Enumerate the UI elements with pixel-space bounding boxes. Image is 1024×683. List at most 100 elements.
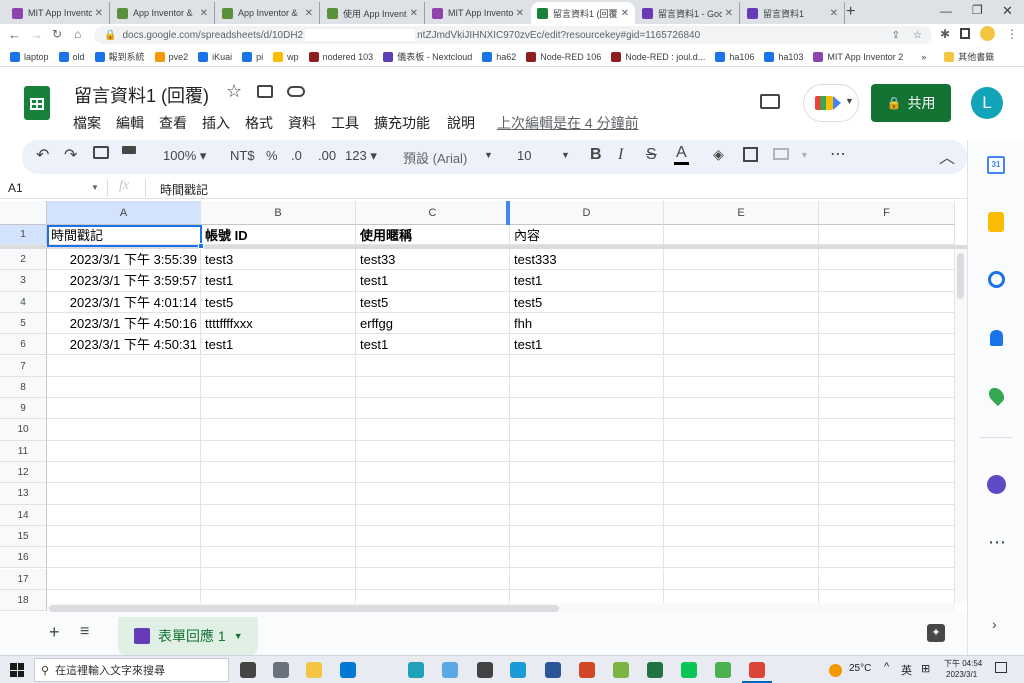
- undo-icon[interactable]: ↶: [36, 145, 49, 165]
- table-cell[interactable]: [819, 440, 955, 462]
- close-tab-icon[interactable]: ✕: [621, 8, 629, 19]
- app-icon[interactable]: [613, 662, 629, 678]
- table-cell[interactable]: [510, 355, 664, 377]
- bookmark-star-icon[interactable]: ☆: [913, 30, 922, 41]
- table-cell[interactable]: [664, 568, 819, 590]
- table-cell[interactable]: [356, 376, 510, 399]
- tray-chevron-icon[interactable]: ^: [884, 661, 889, 673]
- line-icon[interactable]: [681, 662, 697, 678]
- row-header[interactable]: 12: [0, 462, 47, 484]
- table-cell[interactable]: [819, 568, 955, 590]
- more-formats-button[interactable]: 123 ▾: [345, 148, 377, 164]
- more-options-icon[interactable]: ⋯: [830, 144, 846, 164]
- close-tab-icon[interactable]: ✕: [725, 8, 733, 19]
- table-cell[interactable]: [664, 440, 819, 462]
- header-cell[interactable]: 內容: [510, 225, 664, 245]
- table-cell[interactable]: [201, 547, 356, 569]
- menu-item[interactable]: 編輯: [116, 113, 144, 133]
- meet-button[interactable]: ▼: [803, 84, 859, 122]
- table-cell[interactable]: [510, 504, 664, 526]
- close-window-button[interactable]: ✕: [1002, 3, 1013, 19]
- browser-tab[interactable]: App Inventor & ✕: [111, 2, 215, 24]
- table-cell[interactable]: [819, 483, 955, 505]
- excel-icon[interactable]: [647, 662, 663, 678]
- table-cell[interactable]: [47, 504, 201, 526]
- table-cell[interactable]: [819, 249, 955, 271]
- horizontal-scrollbar[interactable]: [47, 603, 955, 613]
- collapse-menus-icon[interactable]: ︿: [939, 144, 955, 168]
- row-header[interactable]: 15: [0, 525, 47, 548]
- table-cell[interactable]: [47, 568, 201, 590]
- app-icon[interactable]: [442, 662, 458, 678]
- bookmark-item[interactable]: ha62: [482, 51, 516, 62]
- table-cell[interactable]: test1: [510, 270, 664, 292]
- browser-tab[interactable]: 留言資料1 - Goo ✕: [636, 2, 740, 24]
- decrease-decimal-button[interactable]: .0: [291, 148, 302, 163]
- table-cell[interactable]: [819, 355, 955, 377]
- table-cell[interactable]: [356, 568, 510, 590]
- menu-item[interactable]: 檔案: [73, 113, 101, 133]
- table-cell[interactable]: [510, 462, 664, 484]
- bookmark-item[interactable]: pve2: [154, 51, 188, 62]
- bookmark-item[interactable]: laptop: [10, 51, 49, 62]
- table-cell[interactable]: [356, 462, 510, 484]
- zoom-select[interactable]: 100% ▾: [163, 148, 206, 164]
- table-cell[interactable]: 2023/3/1 下午 3:59:57: [47, 270, 201, 292]
- bookmark-item[interactable]: Node-RED 106: [526, 51, 601, 62]
- account-avatar[interactable]: L: [971, 87, 1003, 119]
- browser-tab[interactable]: App Inventor & ✕: [216, 2, 320, 24]
- edge-icon[interactable]: [408, 662, 424, 678]
- table-cell[interactable]: [201, 462, 356, 484]
- table-cell[interactable]: fhh: [510, 312, 664, 335]
- table-cell[interactable]: [47, 525, 201, 548]
- bookmarks-overflow-button[interactable]: »: [921, 52, 926, 62]
- table-cell[interactable]: [356, 525, 510, 548]
- browser-tab[interactable]: MIT App Invento ✕: [426, 2, 530, 24]
- table-cell[interactable]: [356, 440, 510, 462]
- text-color-icon[interactable]: A: [674, 144, 689, 165]
- table-cell[interactable]: test1: [201, 270, 356, 292]
- file-explorer-icon[interactable]: [306, 662, 322, 678]
- font-select[interactable]: 預設 (Arial): [403, 148, 467, 167]
- paint-format-icon[interactable]: [122, 146, 136, 154]
- table-cell[interactable]: [664, 525, 819, 548]
- row-header[interactable]: 6: [0, 334, 47, 356]
- fill-handle[interactable]: [198, 243, 204, 249]
- table-cell[interactable]: [201, 525, 356, 548]
- table-cell[interactable]: 2023/3/1 下午 4:01:14: [47, 291, 201, 313]
- move-folder-icon[interactable]: [257, 85, 273, 98]
- table-cell[interactable]: [201, 440, 356, 462]
- table-cell[interactable]: [510, 568, 664, 590]
- bookmark-item[interactable]: 儀表板 - Nextcloud: [383, 50, 472, 63]
- table-cell[interactable]: [201, 355, 356, 377]
- table-cell[interactable]: [201, 504, 356, 526]
- table-cell[interactable]: test5: [510, 291, 664, 313]
- merge-cells-icon[interactable]: [773, 148, 789, 160]
- weather-temp[interactable]: 25°C: [849, 663, 871, 674]
- formula-input[interactable]: 時間戳記: [160, 181, 208, 198]
- strikethrough-icon[interactable]: S: [646, 146, 657, 164]
- table-cell[interactable]: [510, 483, 664, 505]
- row-header[interactable]: 10: [0, 419, 47, 441]
- input-mode-icon[interactable]: ⊞: [921, 662, 930, 675]
- increase-decimal-button[interactable]: .00: [318, 148, 336, 163]
- column-header[interactable]: B: [201, 201, 356, 225]
- table-cell[interactable]: [510, 419, 664, 441]
- comments-icon[interactable]: [760, 94, 780, 109]
- table-cell[interactable]: [664, 270, 819, 292]
- maximize-button[interactable]: ❐: [972, 3, 983, 17]
- keep-icon[interactable]: [988, 212, 1004, 232]
- chrome-icon[interactable]: [749, 662, 765, 678]
- table-cell[interactable]: test1: [356, 270, 510, 292]
- close-tab-icon[interactable]: ✕: [200, 8, 208, 19]
- chevron-down-icon[interactable]: ▼: [484, 150, 493, 160]
- table-cell[interactable]: [47, 547, 201, 569]
- other-bookmarks-folder[interactable]: 其他書籤: [944, 50, 994, 63]
- table-cell[interactable]: test1: [201, 334, 356, 356]
- menu-item[interactable]: 資料: [288, 113, 316, 133]
- row-header[interactable]: 4: [0, 291, 47, 313]
- table-cell[interactable]: [819, 547, 955, 569]
- table-cell[interactable]: test1: [510, 334, 664, 356]
- bookmark-item[interactable]: Node-RED : joul.d...: [611, 51, 705, 62]
- taskbar-search[interactable]: ⚲ 在這裡輸入文字來搜尋: [34, 658, 229, 682]
